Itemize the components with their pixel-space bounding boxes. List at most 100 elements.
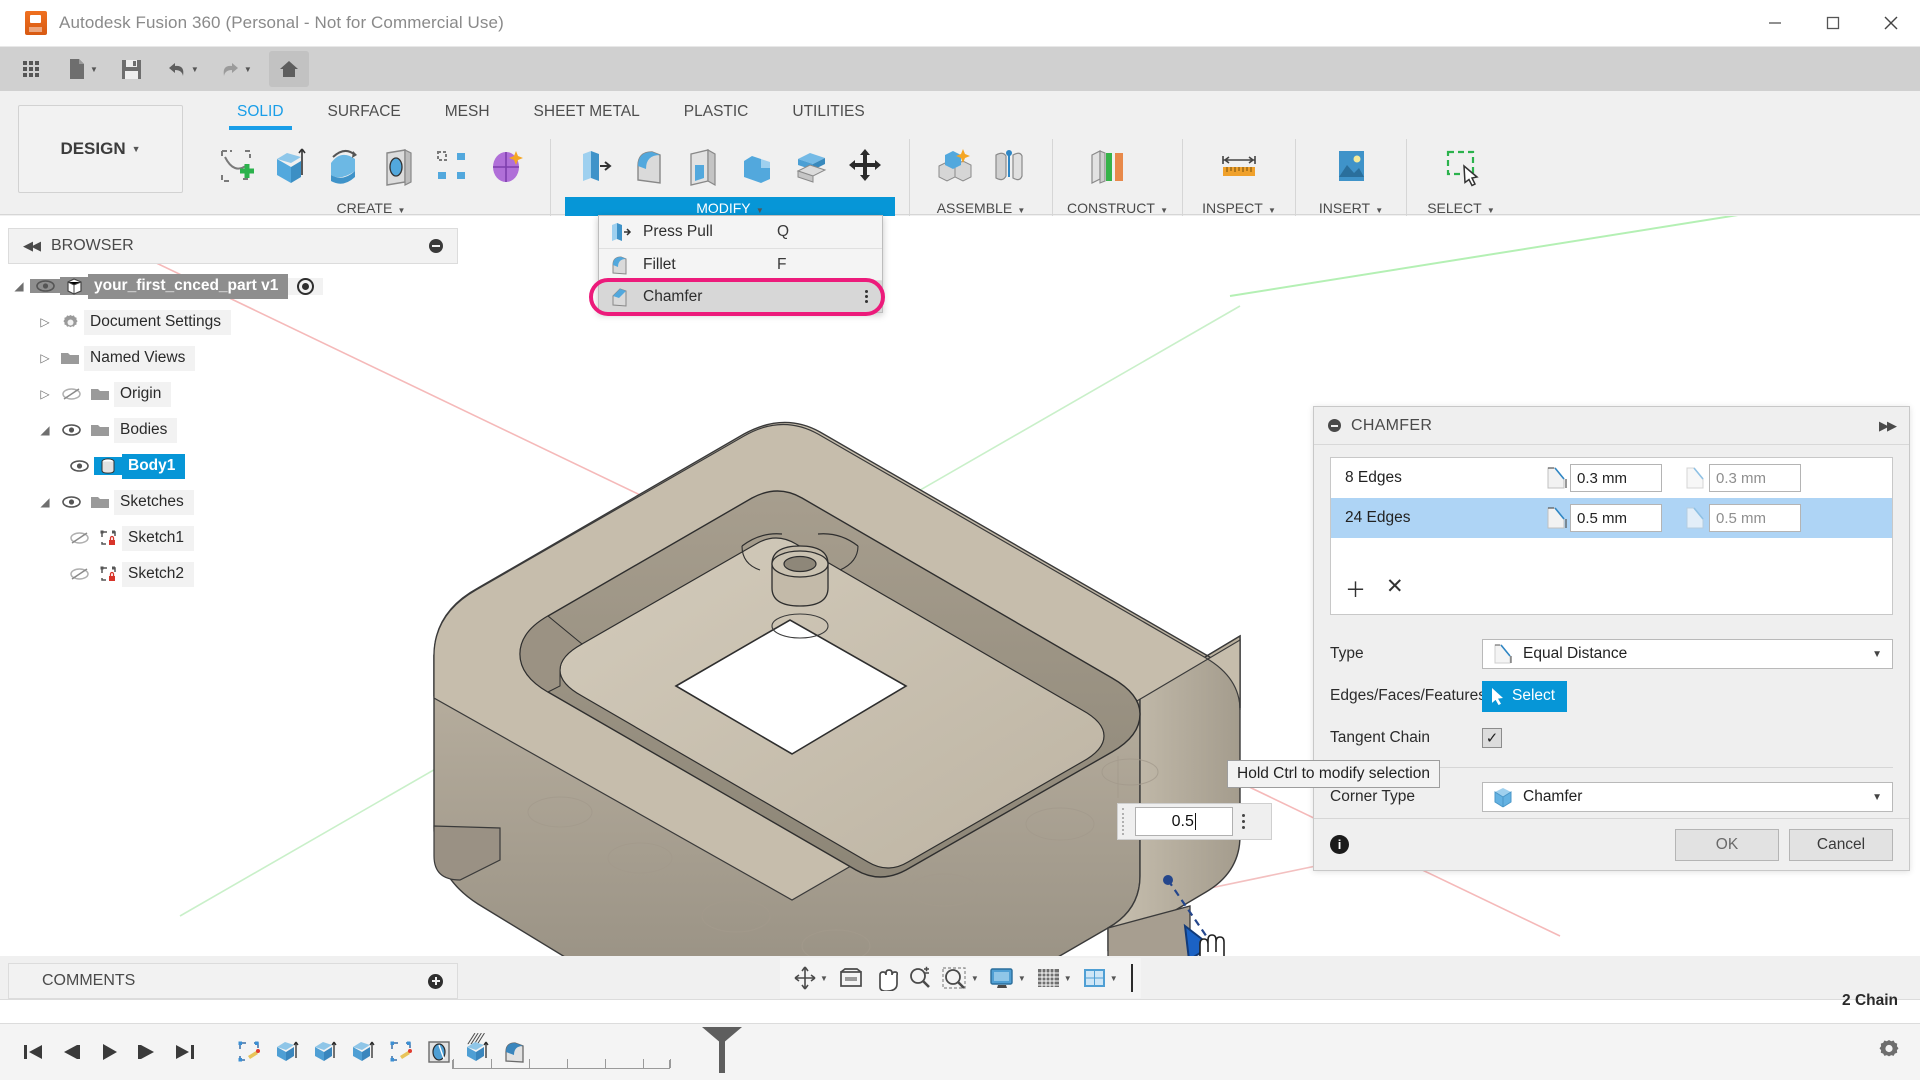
activate-component-radio[interactable] [297, 277, 315, 295]
tab-mesh[interactable]: MESH [423, 97, 512, 128]
minimize-panel-icon[interactable] [429, 239, 443, 253]
visibility-eye-icon[interactable] [64, 459, 94, 473]
grid-snap-icon[interactable]: ▼ [1031, 959, 1077, 997]
menu-item-chamfer[interactable]: Chamfer [599, 280, 882, 312]
grid-dropdown-caret[interactable]: ▼ [1064, 974, 1072, 983]
chamfer-edge-list[interactable]: 8 Edges 24 Edges [1330, 457, 1893, 615]
value-options-icon[interactable] [1242, 814, 1245, 829]
menu-item-press-pull[interactable]: Press Pull Q [599, 216, 882, 248]
close-icon[interactable] [1862, 0, 1920, 47]
edge-distance-field[interactable] [1545, 464, 1662, 492]
edge-second-field[interactable] [1684, 504, 1801, 532]
tab-solid[interactable]: SOLID [215, 97, 306, 130]
create-sketch-icon[interactable] [210, 139, 262, 193]
viewports-icon[interactable]: ▼ [1077, 959, 1123, 997]
tab-utilities[interactable]: UTILITIES [770, 97, 886, 128]
timeline-settings-icon[interactable] [1876, 1037, 1902, 1068]
expand-arrow-icon[interactable]: ◢ [34, 423, 56, 437]
workspace-switcher[interactable]: DESIGN ▼ [18, 105, 183, 193]
new-component-icon[interactable] [928, 139, 980, 193]
pattern-icon[interactable] [426, 139, 478, 193]
tree-item-sketch2[interactable]: Sketch2 [8, 556, 458, 592]
fillet-icon[interactable] [623, 139, 675, 193]
chamfer-value-manipulator[interactable]: 0.5 [1117, 803, 1272, 840]
joint-icon[interactable] [982, 139, 1034, 193]
look-at-icon[interactable] [833, 959, 869, 997]
form-icon[interactable] [480, 139, 532, 193]
tree-item-bodies[interactable]: ◢ Bodies [8, 412, 458, 448]
split-face-icon[interactable] [785, 139, 837, 193]
tab-plastic[interactable]: PLASTIC [662, 97, 771, 128]
edge-second-input[interactable] [1709, 504, 1801, 532]
insert-image-icon[interactable] [1314, 139, 1388, 193]
visibility-eye-icon[interactable] [56, 423, 86, 437]
expand-arrow-icon[interactable]: ▷ [34, 351, 56, 365]
select-window-icon[interactable] [1425, 139, 1497, 193]
timeline-feature-extrude[interactable] [344, 1032, 382, 1072]
menu-item-fillet[interactable]: Fillet F [599, 248, 882, 280]
chevron-down-icon[interactable]: ▼ [1872, 792, 1882, 803]
visibility-eye-hidden-icon[interactable] [64, 567, 94, 581]
display-dropdown-caret[interactable]: ▼ [1018, 974, 1026, 983]
revolve-icon[interactable] [318, 139, 370, 193]
skip-end-icon[interactable] [166, 1032, 204, 1072]
skip-start-icon[interactable] [14, 1032, 52, 1072]
add-comment-icon[interactable] [428, 973, 443, 989]
timeline-feature-sketch[interactable] [382, 1032, 420, 1072]
move-copy-icon[interactable] [839, 139, 891, 193]
zoom-window-icon[interactable]: ▼ [937, 959, 984, 997]
step-back-icon[interactable] [52, 1032, 90, 1072]
visibility-eye-icon[interactable] [30, 279, 60, 293]
tree-item-sketches[interactable]: ◢ Sketches [8, 484, 458, 520]
measure-icon[interactable] [1201, 139, 1277, 193]
step-forward-icon[interactable] [128, 1032, 166, 1072]
orbit-icon[interactable]: ▼ [788, 959, 833, 997]
tree-item-named-views[interactable]: ▷ Named Views [8, 340, 458, 376]
expand-right-icon[interactable]: ▶▶ [1879, 418, 1897, 434]
comments-panel[interactable]: COMMENTS [8, 963, 458, 999]
hole-icon[interactable] [372, 139, 424, 193]
zoom-dropdown-caret[interactable]: ▼ [971, 974, 979, 983]
edge-row[interactable]: 24 Edges [1331, 498, 1892, 538]
tree-item-body1[interactable]: Body1 [8, 448, 458, 484]
undo-icon[interactable]: ▼ [161, 51, 204, 87]
expand-arrow-icon[interactable]: ◢ [34, 495, 56, 509]
tree-item-component[interactable]: ◢ your_first_cnced_part v1 [8, 268, 458, 304]
tree-item-sketch1[interactable]: Sketch1 [8, 520, 458, 556]
combine-icon[interactable] [731, 139, 783, 193]
display-settings-icon[interactable]: ▼ [984, 959, 1031, 997]
visibility-eye-hidden-icon[interactable] [64, 531, 94, 545]
collapse-dialog-icon[interactable] [1328, 419, 1341, 432]
maximize-icon[interactable] [1804, 0, 1862, 47]
select-button[interactable]: Select [1482, 680, 1568, 712]
tree-item-origin[interactable]: ▷ Origin [8, 376, 458, 412]
minimize-icon[interactable] [1746, 0, 1804, 47]
play-icon[interactable] [90, 1032, 128, 1072]
zoom-icon[interactable] [903, 959, 937, 997]
edge-distance-input[interactable] [1570, 504, 1662, 532]
plus-icon[interactable]: ＋ [1345, 574, 1366, 604]
cancel-button[interactable]: Cancel [1789, 828, 1893, 861]
expand-arrow-icon[interactable]: ◢ [8, 279, 30, 293]
edge-distance-input[interactable] [1570, 464, 1662, 492]
redo-icon[interactable]: ▼ [214, 51, 257, 87]
chevron-down-icon[interactable]: ▼ [1872, 649, 1882, 660]
tab-sheet-metal[interactable]: SHEET METAL [512, 97, 662, 128]
info-icon[interactable]: i [1330, 835, 1349, 854]
tree-item-document-settings[interactable]: ▷ Document Settings [8, 304, 458, 340]
expand-arrow-icon[interactable]: ▷ [34, 387, 56, 401]
app-grid-icon[interactable] [14, 51, 48, 87]
save-icon[interactable] [115, 51, 149, 87]
timeline-feature-extrude[interactable] [306, 1032, 344, 1072]
press-pull-icon[interactable] [569, 139, 621, 193]
chamfer-dialog[interactable]: CHAMFER ▶▶ 8 Edges 0.3 mm 0.3 mm 24 Edge… [1313, 406, 1910, 871]
edge-second-input[interactable] [1709, 464, 1801, 492]
timeline-feature-extrude[interactable] [268, 1032, 306, 1072]
x-icon[interactable]: ✕ [1386, 574, 1404, 604]
timeline-feature-sketch[interactable] [230, 1032, 268, 1072]
offset-plane-icon[interactable] [1071, 139, 1143, 193]
new-file-icon[interactable]: ▼ [62, 51, 103, 87]
visibility-eye-icon[interactable] [56, 495, 86, 509]
drag-grip-icon[interactable] [1122, 808, 1131, 835]
corner-type-select[interactable]: Chamfer ▼ [1482, 782, 1893, 812]
